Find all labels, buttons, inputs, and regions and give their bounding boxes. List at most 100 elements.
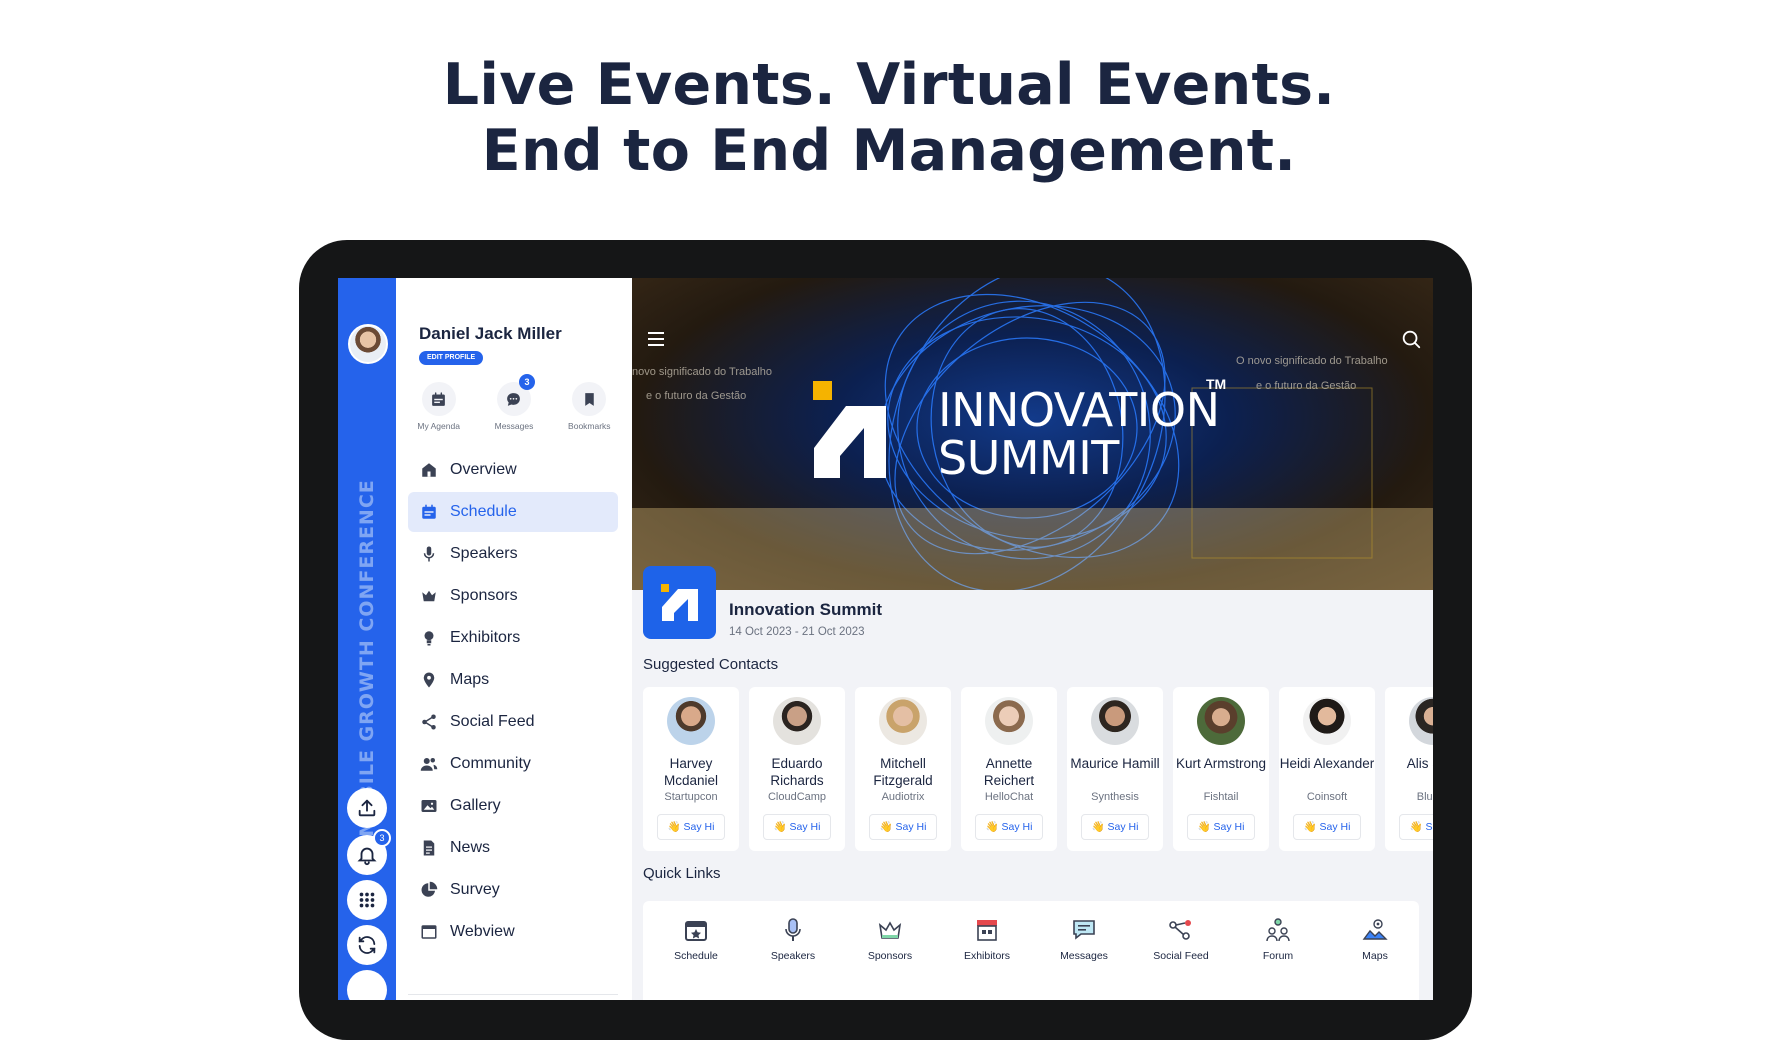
avatar[interactable]	[348, 324, 388, 364]
quick-link-messages[interactable]: Messages	[1039, 917, 1129, 962]
menu-item-label: Social Feed	[450, 713, 535, 730]
contact-card[interactable]: Annette Reichert HelloChat 👋 Say Hi	[961, 687, 1057, 851]
contact-card[interactable]: Kurt Armstrong Fishtail 👋 Say Hi	[1173, 687, 1269, 851]
avatar	[1303, 697, 1351, 745]
quick-link-social-feed[interactable]: Social Feed	[1136, 917, 1226, 962]
refresh-icon	[358, 936, 376, 954]
say-hi-button[interactable]: 👋 Say Hi	[657, 814, 725, 840]
suggested-contacts-list: Harvey Mcdaniel Startupcon 👋 Say Hi Edua…	[643, 687, 1433, 851]
menu-item-community[interactable]: Community	[408, 744, 618, 784]
browser-icon	[421, 925, 437, 939]
menu-item-social-feed[interactable]: Social Feed	[408, 702, 618, 742]
hamburger-menu-icon[interactable]	[648, 330, 670, 348]
avatar	[1409, 697, 1433, 745]
quick-link-schedule[interactable]: Schedule	[651, 917, 741, 962]
say-hi-button[interactable]: 👋 Say Hi	[763, 814, 831, 840]
menu-item-maps[interactable]: Maps	[408, 660, 618, 700]
event-banner: novo significado do Trabalho e o futuro …	[632, 278, 1433, 590]
contact-company: Startupcon	[664, 791, 718, 803]
say-hi-label: Say Hi	[1001, 821, 1033, 833]
contact-name: Heidi Alexander	[1279, 756, 1375, 771]
bell-icon	[357, 847, 377, 866]
event-dates: 14 Oct 2023 - 21 Oct 2023	[729, 626, 865, 638]
menu-item-label: Schedule	[450, 503, 517, 520]
share-button[interactable]	[347, 788, 387, 828]
menu-item-speakers[interactable]: Speakers	[408, 534, 618, 574]
avatar	[667, 697, 715, 745]
refresh-button[interactable]	[347, 925, 387, 965]
contact-company: Fishtail	[1203, 791, 1239, 803]
menu-item-overview[interactable]: Overview	[408, 450, 618, 490]
wave-icon: 👋	[1409, 821, 1423, 833]
notifications-button[interactable]: 3	[347, 829, 391, 875]
menu-item-sponsors[interactable]: Sponsors	[408, 576, 618, 616]
apps-button[interactable]	[347, 880, 387, 920]
say-hi-label: Say Hi	[683, 821, 715, 833]
share-icon	[1169, 920, 1191, 940]
edit-profile-button[interactable]: EDIT PROFILE	[419, 351, 484, 365]
contact-name: Harvey Mcdaniel	[663, 756, 719, 788]
say-hi-button[interactable]: 👋 Say Hi	[1081, 814, 1149, 840]
menu-item-survey[interactable]: Survey	[408, 870, 618, 910]
contact-card[interactable]: Alis Smit Blue S 👋 Say Hi	[1385, 687, 1433, 851]
contact-card[interactable]: Mitchell Fitzgerald Audiotrix 👋 Say Hi	[855, 687, 951, 851]
menu-item-news[interactable]: News	[408, 828, 618, 868]
crown-icon	[422, 590, 436, 602]
menu-item-webview[interactable]: Webview	[408, 912, 618, 952]
say-hi-button[interactable]: 👋 Say Hi	[1293, 814, 1361, 840]
say-hi-button[interactable]: 👋 Say Hi	[975, 814, 1043, 840]
contact-name: Annette Reichert	[983, 756, 1035, 788]
search-icon[interactable]	[1400, 328, 1422, 350]
banner-text: e o futuro da Gestão	[646, 390, 747, 402]
my-agenda-shortcut[interactable]: My Agenda	[404, 382, 474, 431]
more-button[interactable]	[347, 970, 387, 1000]
grid-icon	[359, 892, 375, 908]
quick-link-label: Sponsors	[867, 950, 913, 962]
banner-text: novo significado do Trabalho	[632, 366, 773, 378]
say-hi-label: Say Hi	[1319, 821, 1351, 833]
menu-item-label: Webview	[450, 923, 515, 940]
contact-card[interactable]: Maurice Hamill Synthesis 👋 Say Hi	[1067, 687, 1163, 851]
map-icon	[1362, 919, 1388, 940]
contact-name: Kurt Armstrong	[1175, 756, 1267, 771]
say-hi-button[interactable]: 👋 Say Hi	[1187, 814, 1255, 840]
banner-text: O novo significado do Trabalho	[1236, 355, 1388, 367]
avatar	[879, 697, 927, 745]
menu-item-label: Community	[450, 755, 531, 772]
main-content: novo significado do Trabalho e o futuro …	[632, 278, 1433, 1000]
say-hi-button[interactable]: 👋 Say Hi	[1399, 814, 1433, 840]
logo-line-2: SUMMIT	[938, 431, 1119, 485]
profile-name: Daniel Jack Miller	[419, 324, 562, 343]
menu-item-label: News	[450, 839, 491, 856]
headline-line-1: Live Events. Virtual Events.	[442, 52, 1336, 118]
event-logo-icon	[660, 583, 698, 621]
crown-icon	[878, 921, 902, 939]
bookmarks-shortcut[interactable]: Bookmarks	[554, 382, 624, 431]
quick-link-exhibitors[interactable]: Exhibitors	[942, 917, 1032, 962]
quick-link-label: Speakers	[770, 950, 816, 962]
quick-link-maps[interactable]: Maps	[1330, 917, 1420, 962]
event-name: Innovation Summit	[729, 600, 882, 619]
sidebar: Daniel Jack Miller EDIT PROFILE My Agend…	[396, 278, 632, 1000]
contact-card[interactable]: Eduardo Richards CloudCamp 👋 Say Hi	[749, 687, 845, 851]
menu-item-exhibitors[interactable]: Exhibitors	[408, 618, 618, 658]
shortcut-label: Bookmarks	[568, 421, 611, 431]
messages-shortcut[interactable]: 3 Messages	[479, 374, 549, 431]
say-hi-button[interactable]: 👋 Say Hi	[869, 814, 937, 840]
avatar	[773, 697, 821, 745]
contact-card[interactable]: Heidi Alexander Coinsoft 👋 Say Hi	[1279, 687, 1375, 851]
contact-company: Synthesis	[1091, 791, 1139, 803]
lightbulb-icon	[424, 631, 434, 646]
quick-link-forum[interactable]: Forum	[1233, 917, 1323, 962]
upload-icon	[358, 799, 376, 817]
menu-item-gallery[interactable]: Gallery	[408, 786, 618, 826]
menu-item-schedule[interactable]: Schedule	[408, 492, 618, 532]
contact-name: Maurice Hamill	[1070, 756, 1160, 771]
menu-item-label: Exhibitors	[450, 629, 521, 646]
contact-card[interactable]: Harvey Mcdaniel Startupcon 👋 Say Hi	[643, 687, 739, 851]
microphone-icon	[423, 546, 435, 562]
quick-link-sponsors[interactable]: Sponsors	[845, 917, 935, 962]
calendar-star-icon	[685, 921, 707, 941]
logo-line-1: INNOVATION	[938, 383, 1220, 437]
quick-link-speakers[interactable]: Speakers	[748, 917, 838, 962]
